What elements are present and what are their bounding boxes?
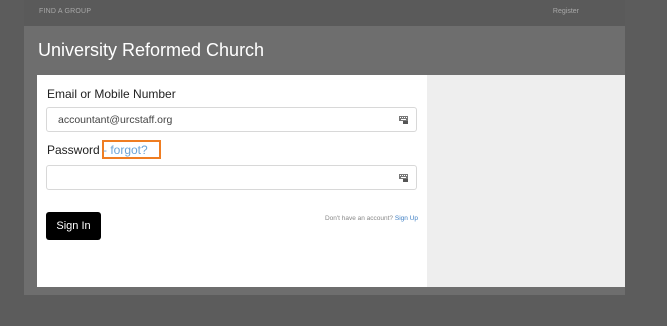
email-field[interactable]: accountant@urcstaff.org bbox=[46, 107, 417, 132]
login-card: Email or Mobile Number accountant@urcsta… bbox=[37, 75, 625, 287]
sign-in-button[interactable]: Sign In bbox=[46, 212, 101, 240]
forgot-password-link[interactable]: - forgot? bbox=[103, 143, 148, 157]
password-field[interactable] bbox=[46, 165, 417, 190]
top-nav: FIND A GROUP Register bbox=[24, 0, 625, 26]
footer-band bbox=[0, 295, 667, 326]
email-label: Email or Mobile Number bbox=[47, 87, 176, 101]
find-a-group-link[interactable]: FIND A GROUP bbox=[39, 8, 91, 15]
page-title: University Reformed Church bbox=[38, 40, 265, 60]
no-account-text: Don't have an account? bbox=[324, 215, 394, 222]
side-panel bbox=[427, 75, 625, 287]
sign-up-link[interactable]: Sign Up bbox=[395, 215, 418, 222]
keyboard-icon[interactable] bbox=[399, 116, 408, 124]
signup-prompt: Don't have an account? Sign Up bbox=[325, 215, 418, 222]
password-label: Password bbox=[47, 143, 100, 157]
register-link[interactable]: Register bbox=[553, 8, 579, 15]
keyboard-icon[interactable] bbox=[399, 174, 408, 182]
email-value: accountant@urcstaff.org bbox=[58, 114, 173, 126]
